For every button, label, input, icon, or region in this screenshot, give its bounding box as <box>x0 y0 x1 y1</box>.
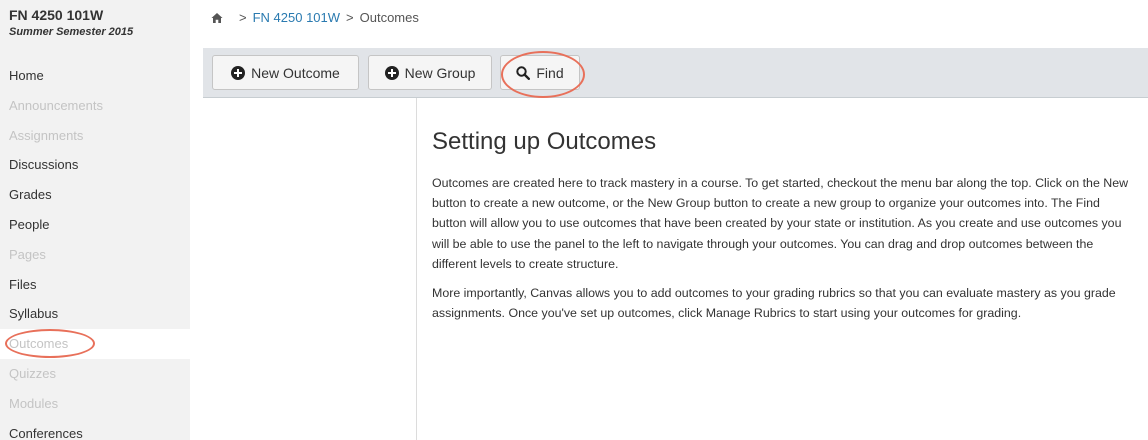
find-button[interactable]: Find <box>500 55 580 90</box>
sidebar-item-grades[interactable]: Grades <box>0 180 190 210</box>
sidebar-item-syllabus[interactable]: Syllabus <box>0 299 190 329</box>
breadcrumb-separator: > <box>239 10 247 25</box>
sidebar-item-discussions[interactable]: Discussions <box>0 150 190 180</box>
sidebar-item-conferences[interactable]: Conferences <box>0 419 190 440</box>
course-sidebar: FN 4250 101W Summer Semester 2015 Home An… <box>0 0 190 440</box>
help-paragraph: Outcomes are created here to track maste… <box>432 176 1129 271</box>
outcomes-toolbar: New Outcome New Group Find <box>203 48 1148 98</box>
breadcrumb-course-link[interactable]: FN 4250 101W <box>253 10 340 25</box>
sidebar-item-assignments[interactable]: Assignments <box>0 121 190 151</box>
course-nav: Home Announcements Assignments Discussions G… <box>0 61 190 440</box>
sidebar-item-people[interactable]: People <box>0 210 190 240</box>
course-term: Summer Semester 2015 <box>9 26 134 38</box>
home-icon[interactable] <box>211 12 223 24</box>
search-icon <box>516 65 531 80</box>
breadcrumb-separator: > <box>346 10 354 25</box>
sidebar-item-modules[interactable]: Modules <box>0 389 190 419</box>
new-outcome-label: New Outcome <box>251 64 340 81</box>
plus-circle-icon <box>384 65 399 80</box>
sidebar-item-home[interactable]: Home <box>0 61 190 91</box>
outcomes-tree-panel[interactable] <box>203 98 417 440</box>
new-outcome-button[interactable]: New Outcome <box>212 55 359 90</box>
sidebar-item-quizzes[interactable]: Quizzes <box>0 359 190 389</box>
find-label: Find <box>536 64 564 81</box>
sidebar-item-pages[interactable]: Pages <box>0 240 190 270</box>
plus-circle-icon <box>231 65 246 80</box>
breadcrumb: > FN 4250 101W > Outcomes <box>211 10 419 25</box>
sidebar-item-announcements[interactable]: Announcements <box>0 91 190 121</box>
help-paragraph: More importantly, Canvas allows you to a… <box>432 286 1116 321</box>
new-group-button[interactable]: New Group <box>368 55 492 90</box>
sidebar-item-outcomes[interactable]: Outcomes <box>0 329 190 359</box>
sidebar-item-files[interactable]: Files <box>0 270 190 300</box>
page-heading: Setting up Outcomes <box>432 128 657 155</box>
new-group-label: New Group <box>404 64 476 81</box>
outcomes-help-content: Setting up Outcomes Outcomes are created… <box>432 128 1132 332</box>
breadcrumb-current: Outcomes <box>359 10 419 25</box>
course-title[interactable]: FN 4250 101W <box>9 7 103 23</box>
